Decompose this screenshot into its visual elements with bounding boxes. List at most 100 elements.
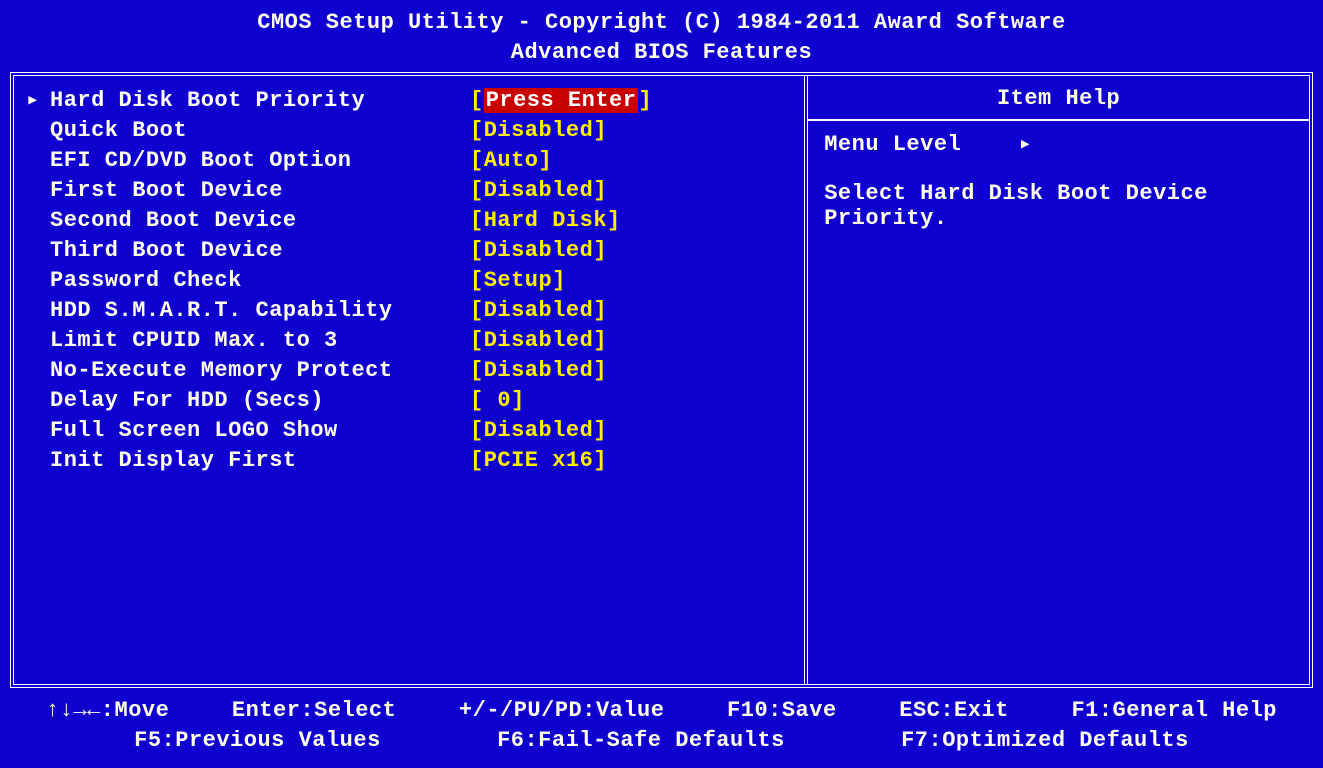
menu-level: Menu Level ▸ (824, 131, 1293, 157)
setting-label: EFI CD/DVD Boot Option (50, 146, 470, 176)
hint-move: ↑↓→←:Move (46, 696, 169, 726)
bracket-open: [ (470, 298, 484, 323)
setting-row[interactable]: HDD S.M.A.R.T. Capability[Disabled] (20, 296, 796, 326)
setting-value-text: Disabled (484, 178, 594, 203)
header-line-2: Advanced BIOS Features (6, 38, 1317, 68)
bracket-open: [ (470, 208, 484, 233)
bracket-close: ] (607, 208, 621, 233)
setting-value[interactable]: [Press Enter] (470, 86, 652, 116)
setting-row[interactable]: ▸Hard Disk Boot Priority[Press Enter] (20, 86, 796, 116)
help-pane: Item Help Menu Level ▸ Select Hard Disk … (808, 76, 1309, 684)
bracket-close: ] (593, 118, 607, 143)
bios-screen: CMOS Setup Utility - Copyright (C) 1984-… (0, 0, 1323, 768)
setting-row[interactable]: No-Execute Memory Protect[Disabled] (20, 356, 796, 386)
setting-value-text: Disabled (484, 238, 594, 263)
setting-value[interactable]: [Disabled] (470, 416, 607, 446)
bracket-close: ] (593, 418, 607, 443)
setting-value-text: Hard Disk (484, 208, 607, 233)
setting-label: Second Boot Device (50, 206, 470, 236)
setting-value[interactable]: [Disabled] (470, 296, 607, 326)
hint-failsafe-defaults: F6:Fail-Safe Defaults (497, 726, 785, 756)
settings-list[interactable]: ▸Hard Disk Boot Priority[Press Enter] Qu… (14, 76, 808, 684)
setting-label: Third Boot Device (50, 236, 470, 266)
setting-value[interactable]: [Disabled] (470, 176, 607, 206)
bracket-open: [ (470, 418, 484, 443)
bracket-close: ] (638, 88, 652, 113)
setting-value[interactable]: [Disabled] (470, 326, 607, 356)
cursor-icon (20, 386, 50, 416)
setting-value[interactable]: [Setup] (470, 266, 566, 296)
bracket-open: [ (470, 118, 484, 143)
bracket-open: [ (470, 178, 484, 203)
setting-label: First Boot Device (50, 176, 470, 206)
hint-help: F1:General Help (1071, 696, 1277, 726)
help-title: Item Help (808, 76, 1309, 121)
cursor-icon (20, 116, 50, 146)
setting-row[interactable]: EFI CD/DVD Boot Option[Auto] (20, 146, 796, 176)
footer-hints: ↑↓→←:Move Enter:Select +/-/PU/PD:Value F… (6, 694, 1317, 762)
setting-row[interactable]: Full Screen LOGO Show[Disabled] (20, 416, 796, 446)
setting-value-text: Disabled (484, 118, 594, 143)
setting-value[interactable]: [Disabled] (470, 116, 607, 146)
cursor-icon (20, 146, 50, 176)
cursor-icon (20, 416, 50, 446)
setting-row[interactable]: Limit CPUID Max. to 3[Disabled] (20, 326, 796, 356)
setting-label: Hard Disk Boot Priority (50, 86, 470, 116)
setting-label: Delay For HDD (Secs) (50, 386, 470, 416)
cursor-icon (20, 296, 50, 326)
bracket-open: [ (470, 388, 484, 413)
setting-row[interactable]: Second Boot Device[Hard Disk] (20, 206, 796, 236)
setting-row[interactable]: Password Check[Setup] (20, 266, 796, 296)
setting-value[interactable]: [ 0] (470, 386, 525, 416)
cursor-icon (20, 236, 50, 266)
setting-value-text: 0 (484, 388, 511, 413)
setting-row[interactable]: First Boot Device[Disabled] (20, 176, 796, 206)
bracket-open: [ (470, 328, 484, 353)
setting-label: Init Display First (50, 446, 470, 476)
header-line-1: CMOS Setup Utility - Copyright (C) 1984-… (6, 8, 1317, 38)
setting-value-text: Auto (484, 148, 539, 173)
setting-label: No-Execute Memory Protect (50, 356, 470, 386)
help-text: Select Hard Disk Boot Device Priority. (824, 181, 1293, 231)
hint-optimized-defaults: F7:Optimized Defaults (901, 726, 1189, 756)
hint-save: F10:Save (727, 696, 837, 726)
setting-label: Password Check (50, 266, 470, 296)
cursor-icon (20, 176, 50, 206)
hint-value: +/-/PU/PD:Value (459, 696, 665, 726)
setting-value[interactable]: [Disabled] (470, 356, 607, 386)
main-frame: ▸Hard Disk Boot Priority[Press Enter] Qu… (10, 72, 1313, 688)
cursor-icon: ▸ (20, 86, 50, 116)
setting-row[interactable]: Init Display First[PCIE x16] (20, 446, 796, 476)
setting-value-text: Disabled (484, 298, 594, 323)
setting-row[interactable]: Quick Boot[Disabled] (20, 116, 796, 146)
setting-label: Quick Boot (50, 116, 470, 146)
setting-value[interactable]: [PCIE x16] (470, 446, 607, 476)
bracket-close: ] (593, 298, 607, 323)
setting-value[interactable]: [Auto] (470, 146, 552, 176)
cursor-icon (20, 206, 50, 236)
setting-value-text: Press Enter (484, 88, 639, 113)
cursor-icon (20, 326, 50, 356)
cursor-icon (20, 356, 50, 386)
cursor-icon (20, 266, 50, 296)
setting-label: Full Screen LOGO Show (50, 416, 470, 446)
setting-value[interactable]: [Disabled] (470, 236, 607, 266)
setting-value[interactable]: [Hard Disk] (470, 206, 621, 236)
cursor-icon (20, 446, 50, 476)
bracket-close: ] (552, 268, 566, 293)
hint-select: Enter:Select (232, 696, 396, 726)
setting-value-text: Disabled (484, 328, 594, 353)
menu-level-label: Menu Level (824, 132, 961, 157)
bracket-open: [ (470, 358, 484, 383)
bracket-open: [ (470, 148, 484, 173)
setting-row[interactable]: Delay For HDD (Secs)[ 0] (20, 386, 796, 416)
bracket-open: [ (470, 268, 484, 293)
help-body: Menu Level ▸ Select Hard Disk Boot Devic… (808, 121, 1309, 241)
setting-row[interactable]: Third Boot Device[Disabled] (20, 236, 796, 266)
bracket-close: ] (593, 238, 607, 263)
bracket-close: ] (593, 448, 607, 473)
bracket-close: ] (511, 388, 525, 413)
hint-previous-values: F5:Previous Values (134, 726, 381, 756)
bracket-close: ] (539, 148, 553, 173)
bracket-open: [ (470, 88, 484, 113)
